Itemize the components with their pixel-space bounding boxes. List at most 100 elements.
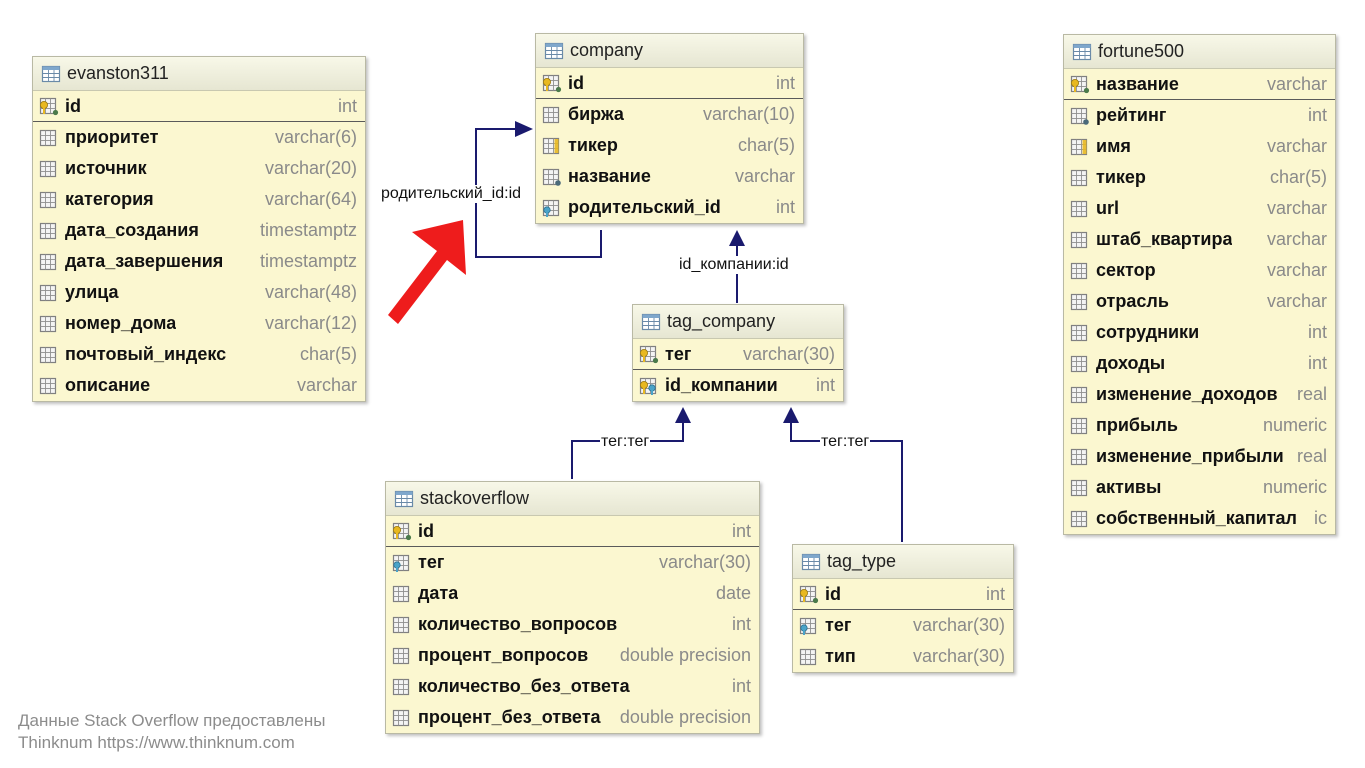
column-row[interactable]: доходы int [1064, 348, 1335, 379]
table-tag-company[interactable]: tag_company тег varchar(30) id_компании int [632, 304, 844, 402]
column-row[interactable]: биржа varchar(10) [536, 99, 803, 130]
table-icon [801, 552, 821, 572]
table-header[interactable]: fortune500 [1064, 35, 1335, 69]
column-row[interactable]: изменение_доходов real [1064, 379, 1335, 410]
table-title: fortune500 [1098, 41, 1185, 61]
column-type: varchar(10) [702, 104, 795, 124]
column-name: id_компании [665, 375, 778, 395]
column-row[interactable]: почтовый_индекс char(5) [33, 339, 365, 370]
column-row[interactable]: сектор varchar [1064, 255, 1335, 286]
column-name: отрасль [1096, 291, 1169, 311]
column-type: date [715, 583, 751, 603]
column-row[interactable]: родительский_id int [536, 192, 803, 223]
table-header[interactable]: company [536, 34, 803, 68]
table-header[interactable]: tag_company [633, 305, 843, 339]
column-name: url [1096, 198, 1120, 218]
column-icon [1070, 168, 1090, 188]
column-name: сектор [1096, 260, 1156, 280]
column-row[interactable]: тег varchar(30) [386, 547, 759, 578]
column-row[interactable]: название varchar [536, 161, 803, 192]
column-row[interactable]: номер_дома varchar(12) [33, 308, 365, 339]
column-row[interactable]: изменение_прибыли real [1064, 441, 1335, 472]
column-row[interactable]: id int [793, 579, 1013, 610]
column-type: int [775, 197, 795, 217]
column-row[interactable]: имя varchar [1064, 131, 1335, 162]
column-row[interactable]: id int [386, 516, 759, 547]
column-row[interactable]: отрасль varchar [1064, 286, 1335, 317]
column-row[interactable]: источник varchar(20) [33, 153, 365, 184]
column-row[interactable]: количество_вопросов int [386, 609, 759, 640]
column-icon [1070, 292, 1090, 312]
primary-key-icon [1070, 74, 1090, 94]
column-row[interactable]: процент_вопросов double precision [386, 640, 759, 671]
primary-key-icon [39, 96, 59, 116]
table-header[interactable]: tag_type [793, 545, 1013, 579]
not-null-column-icon [542, 167, 562, 187]
column-row[interactable]: количество_без_ответа int [386, 671, 759, 702]
column-row[interactable]: описание varchar [33, 370, 365, 401]
table-header[interactable]: stackoverflow [386, 482, 759, 516]
column-row[interactable]: собственный_капитал ic [1064, 503, 1335, 534]
column-type: int [731, 676, 751, 696]
column-row[interactable]: приоритет varchar(6) [33, 122, 365, 153]
column-row[interactable]: категория varchar(64) [33, 184, 365, 215]
relation-label-stackoverflow-tag: тег:тег [600, 433, 651, 451]
table-icon [544, 41, 564, 61]
column-row[interactable]: id_компании int [633, 370, 843, 401]
column-row[interactable]: url varchar [1064, 193, 1335, 224]
column-name: тег [665, 343, 692, 364]
column-icon [799, 647, 819, 667]
column-row[interactable]: id int [33, 91, 365, 122]
column-list: id int тег varchar(30) дата date количество_во… [386, 516, 759, 733]
column-row[interactable]: тег varchar(30) [793, 610, 1013, 641]
column-row[interactable]: дата date [386, 578, 759, 609]
column-type: double precision [619, 707, 751, 727]
column-row[interactable]: тег varchar(30) [633, 339, 843, 370]
column-name: описание [65, 375, 151, 395]
table-header[interactable]: evanston311 [33, 57, 365, 91]
column-row[interactable]: прибыль numeric [1064, 410, 1335, 441]
column-icon [39, 128, 59, 148]
table-tag-type[interactable]: tag_type id int тег varchar(30) тип varchar(3… [792, 544, 1014, 673]
column-row[interactable]: тикер char(5) [536, 130, 803, 161]
column-name: количество_вопросов [418, 614, 618, 634]
column-row[interactable]: тип varchar(30) [793, 641, 1013, 672]
table-evanston311[interactable]: evanston311 id int приоритет varchar(6) исто… [32, 56, 366, 402]
column-icon [1070, 416, 1090, 436]
column-row[interactable]: улица varchar(48) [33, 277, 365, 308]
column-list: id int биржа varchar(10) тикер char(5) названи… [536, 68, 803, 223]
column-name: источник [65, 158, 147, 178]
primary-key-icon [799, 584, 819, 604]
column-list: id int приоритет varchar(6) источник varchar(… [33, 91, 365, 401]
column-icon [392, 615, 412, 635]
column-type: varchar(30) [912, 615, 1005, 635]
column-row[interactable]: id int [536, 68, 803, 99]
column-row[interactable]: активы numeric [1064, 472, 1335, 503]
table-icon [641, 312, 661, 332]
column-row[interactable]: рейтинг int [1064, 100, 1335, 131]
column-name: тег [825, 615, 852, 635]
foreign-key-icon [542, 198, 562, 218]
unique-column-icon [542, 136, 562, 156]
column-name: дата_создания [65, 220, 199, 240]
column-name: активы [1096, 477, 1162, 497]
column-row[interactable]: процент_без_ответа double precision [386, 702, 759, 733]
column-icon [1070, 447, 1090, 467]
column-row[interactable]: штаб_квартира varchar [1064, 224, 1335, 255]
arrowhead-tag-company-right [783, 407, 799, 423]
column-row[interactable]: дата_завершения timestamptz [33, 246, 365, 277]
table-stackoverflow[interactable]: stackoverflow id int тег varchar(30) дата dat… [385, 481, 760, 734]
column-name: процент_без_ответа [418, 707, 601, 727]
data-source-footer: Данные Stack Overflow предоставлены Thin… [18, 710, 325, 754]
column-row[interactable]: сотрудники int [1064, 317, 1335, 348]
column-icon [1070, 230, 1090, 250]
arrowhead-company-self [515, 121, 533, 137]
column-row[interactable]: тикер char(5) [1064, 162, 1335, 193]
column-icon [1070, 261, 1090, 281]
column-row[interactable]: дата_создания timestamptz [33, 215, 365, 246]
column-name: дата [418, 583, 459, 603]
column-row[interactable]: название varchar [1064, 69, 1335, 100]
column-name: тип [825, 646, 856, 666]
table-company[interactable]: company id int биржа varchar(10) тикер char(5… [535, 33, 804, 224]
table-fortune500[interactable]: fortune500 название varchar рейтинг int имя v… [1063, 34, 1336, 535]
